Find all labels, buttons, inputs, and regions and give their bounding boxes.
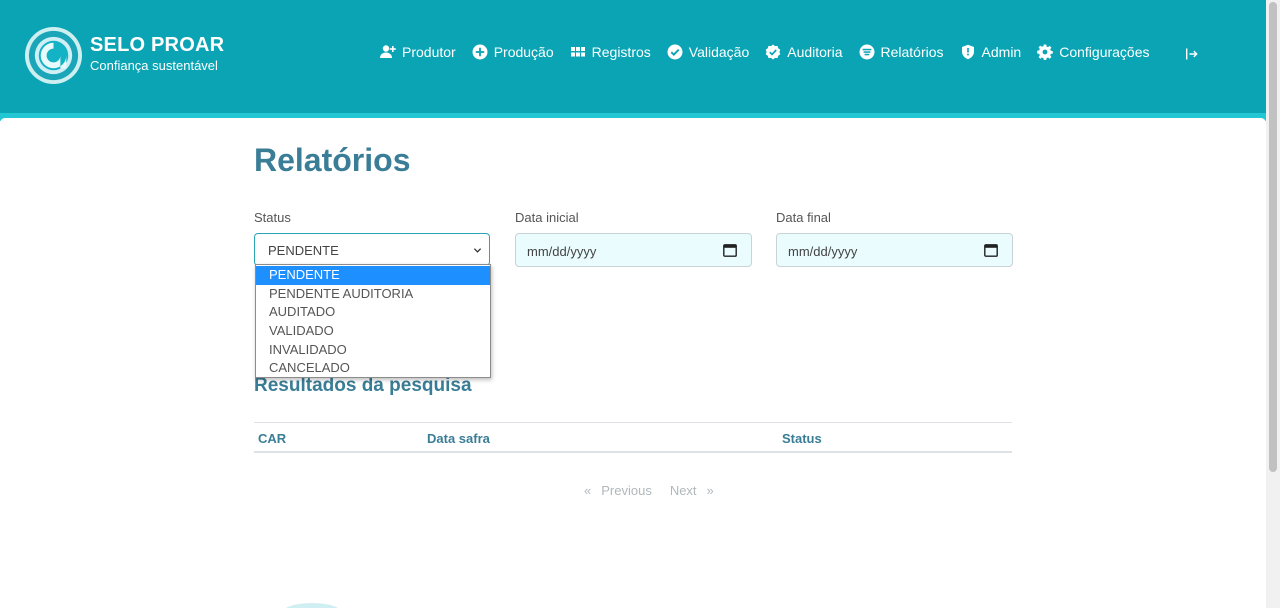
- page-title: Relatórios: [254, 142, 411, 178]
- brand-logo[interactable]: SELO PROAR Confiança sustentável: [24, 26, 224, 85]
- content-panel: [0, 118, 1266, 608]
- status-option-validado[interactable]: VALIDADO: [256, 322, 490, 341]
- results-title: Resultados da pesquisa: [254, 375, 472, 396]
- grid-icon: [570, 47, 585, 57]
- table-divider: [254, 422, 1012, 423]
- gear-icon: [1037, 44, 1054, 60]
- nav-auditoria-label: Auditoria: [787, 44, 843, 60]
- nav-validacao-label: Validação: [688, 44, 750, 60]
- table-header-divider: [254, 451, 1012, 453]
- nav-configuracoes-label: Configurações: [1059, 44, 1150, 60]
- plus-circle-icon: [472, 44, 488, 60]
- start-date-label: Data inicial: [515, 210, 579, 225]
- shield-icon: [961, 44, 974, 60]
- pagination-previous[interactable]: Previous: [601, 483, 652, 498]
- list-circle-icon: [859, 44, 874, 60]
- chevron-down-icon: [473, 248, 482, 253]
- nav-producao[interactable]: Produção: [472, 44, 554, 60]
- logo-icon: [24, 26, 83, 85]
- column-header-car[interactable]: CAR: [258, 431, 286, 446]
- nav-admin-label: Admin: [981, 44, 1022, 60]
- badge-check-icon: [765, 44, 781, 60]
- nav-validacao[interactable]: Validação: [667, 44, 749, 60]
- status-dropdown-list: PENDENTE PENDENTE AUDITORIA AUDITADO VAL…: [255, 264, 491, 378]
- end-date-placeholder: mm/dd/yyyy: [788, 244, 858, 259]
- status-option-pendente-auditoria[interactable]: PENDENTE AUDITORIA: [256, 285, 490, 304]
- pagination: « Previous Next »: [584, 483, 714, 498]
- status-option-auditado[interactable]: AUDITADO: [256, 303, 490, 322]
- status-option-cancelado[interactable]: CANCELADO: [256, 359, 490, 378]
- column-header-data-safra[interactable]: Data safra: [427, 431, 490, 446]
- nav-producao-label: Produção: [493, 44, 554, 60]
- nav-registros-label: Registros: [591, 44, 651, 60]
- main-nav: Produtor Produção Registros Validação Au…: [380, 44, 1150, 60]
- page-scrollbar[interactable]: [1266, 0, 1280, 608]
- status-option-invalidado[interactable]: INVALIDADO: [256, 341, 490, 360]
- start-date-placeholder: mm/dd/yyyy: [527, 244, 597, 259]
- nav-produtor-label: Produtor: [402, 44, 456, 60]
- end-date-input[interactable]: mm/dd/yyyy: [776, 233, 1013, 267]
- nav-relatorios[interactable]: Relatórios: [859, 44, 944, 60]
- nav-auditoria[interactable]: Auditoria: [765, 44, 843, 60]
- pagination-prev-arrow[interactable]: «: [584, 483, 591, 498]
- logout-icon[interactable]: [1185, 47, 1199, 61]
- pagination-next[interactable]: Next: [670, 483, 697, 498]
- end-date-label: Data final: [776, 210, 831, 225]
- start-date-input[interactable]: mm/dd/yyyy: [515, 233, 752, 267]
- status-select[interactable]: PENDENTE: [254, 233, 490, 266]
- user-plus-icon: [380, 45, 396, 58]
- nav-registros[interactable]: Registros: [570, 44, 651, 60]
- nav-configuracoes[interactable]: Configurações: [1037, 44, 1150, 60]
- nav-admin[interactable]: Admin: [960, 44, 1022, 60]
- nav-relatorios-label: Relatórios: [880, 44, 944, 60]
- pagination-next-arrow[interactable]: »: [707, 483, 714, 498]
- status-select-value: PENDENTE: [268, 243, 339, 258]
- brand-title: SELO PROAR: [90, 33, 225, 56]
- calendar-icon[interactable]: [984, 243, 998, 257]
- results-table-header: CAR Data safra Status: [254, 431, 1012, 451]
- scrollbar-thumb[interactable]: [1269, 2, 1277, 472]
- brand-subtitle: Confiança sustentável: [90, 57, 218, 73]
- status-option-pendente[interactable]: PENDENTE: [256, 266, 490, 285]
- status-label: Status: [254, 210, 291, 225]
- check-circle-icon: [667, 44, 683, 60]
- column-header-status[interactable]: Status: [782, 431, 822, 446]
- calendar-icon[interactable]: [723, 243, 737, 257]
- nav-produtor[interactable]: Produtor: [380, 44, 456, 60]
